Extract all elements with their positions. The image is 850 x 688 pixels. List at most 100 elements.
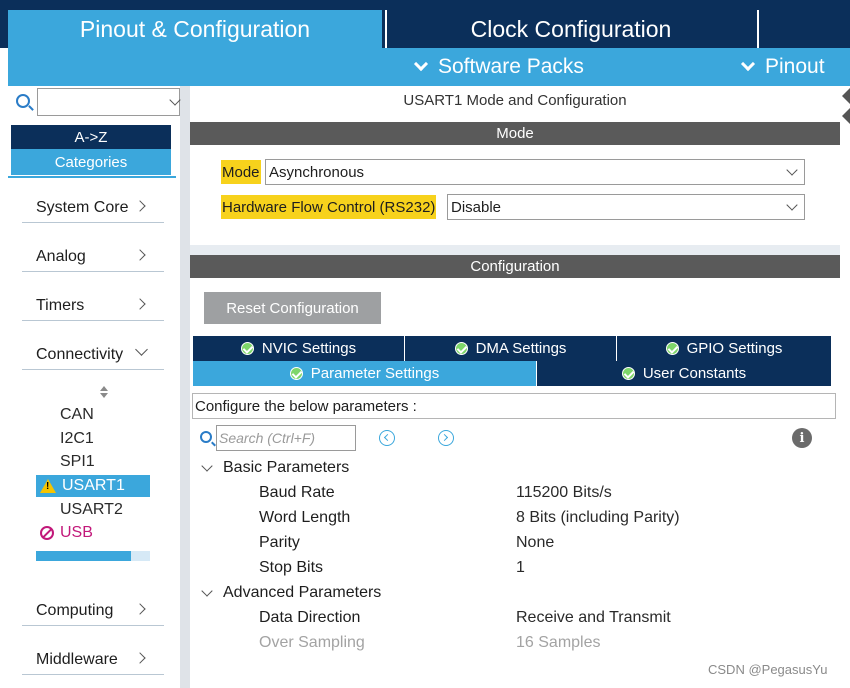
software-packs-label: Software Packs <box>438 55 584 78</box>
component-search-combo[interactable] <box>37 88 181 116</box>
check-circle-icon <box>289 367 303 380</box>
mode-label: Mode <box>221 160 261 184</box>
check-circle-icon <box>665 342 679 355</box>
group-advanced-parameters[interactable]: Advanced Parameters <box>200 583 381 603</box>
configure-hint: Configure the below parameters : <box>192 393 836 419</box>
peripheral-can[interactable]: CAN <box>36 404 150 426</box>
sort-icon[interactable] <box>100 386 108 400</box>
chevron-down-icon <box>135 343 148 356</box>
section-separator <box>190 245 840 255</box>
tab-pinout-configuration[interactable]: Pinout & Configuration <box>8 10 382 48</box>
peripheral-label: USB <box>60 524 93 541</box>
right-panel-edge <box>840 86 850 688</box>
param-name[interactable]: Parity <box>259 533 300 553</box>
categories-button[interactable]: Categories <box>11 149 171 175</box>
warning-icon: ! <box>40 479 56 493</box>
peripheral-usart1[interactable]: ! USART1 <box>36 475 150 497</box>
peripheral-spi1[interactable]: SPI1 <box>36 451 150 473</box>
watermark: CSDN @PegasusYu <box>708 662 828 677</box>
mode-section-header: Mode <box>190 122 840 145</box>
hw-flow-control-label: Hardware Flow Control (RS232) <box>221 195 437 219</box>
tab-label: NVIC Settings <box>261 340 357 357</box>
param-value-disabled: 16 Samples <box>516 634 601 651</box>
panel-title: USART1 Mode and Configuration <box>403 92 627 109</box>
peripheral-usart2[interactable]: USART2 <box>36 499 150 521</box>
chevron-down-icon <box>413 56 429 72</box>
param-name[interactable]: Stop Bits <box>259 558 323 578</box>
param-value[interactable]: Receive and Transmit <box>516 608 671 628</box>
category-connectivity[interactable]: Connectivity <box>22 340 164 370</box>
tab-user-constants[interactable]: User Constants <box>537 361 832 386</box>
param-value[interactable]: None <box>516 533 554 553</box>
collapse-arrow-icon[interactable] <box>842 88 850 104</box>
chevron-down-icon <box>201 584 213 597</box>
tab-label: DMA Settings <box>475 340 567 357</box>
pinout-menu[interactable]: Pinout <box>740 48 825 86</box>
param-value[interactable]: 115200 Bits/s <box>516 483 612 503</box>
check-circle-icon <box>240 342 254 355</box>
tab-label: GPIO Settings <box>686 340 783 357</box>
category-middleware[interactable]: Middleware <box>22 645 164 675</box>
param-name[interactable]: Baud Rate <box>259 483 335 503</box>
category-label: System Core <box>36 198 129 216</box>
hw-flow-control-value: Disable <box>451 198 502 216</box>
peripheral-label: CAN <box>60 406 94 423</box>
group-label: Basic Parameters <box>223 459 350 476</box>
tab-nvic-settings[interactable]: NVIC Settings <box>193 336 405 361</box>
chevron-down-icon <box>786 199 798 211</box>
pinout-label: Pinout <box>765 55 825 78</box>
chevron-right-icon <box>134 652 146 664</box>
peripheral-list-scrollbar[interactable] <box>36 551 150 561</box>
tab-label: User Constants <box>642 365 747 382</box>
next-result-icon[interactable] <box>438 430 454 446</box>
search-icon <box>16 94 30 108</box>
category-label: Computing <box>36 601 114 619</box>
panel-splitter[interactable] <box>180 86 190 688</box>
param-name[interactable]: Data Direction <box>259 608 360 628</box>
group-basic-parameters[interactable]: Basic Parameters <box>200 458 349 478</box>
category-label: Middleware <box>36 650 118 668</box>
group-label: Advanced Parameters <box>223 584 382 601</box>
reset-configuration-button[interactable]: Reset Configuration <box>204 292 381 324</box>
param-value[interactable]: 1 <box>516 558 525 578</box>
tab-gpio-settings[interactable]: GPIO Settings <box>617 336 832 361</box>
hw-flow-control-select[interactable]: Disable <box>447 194 805 220</box>
scrollbar-thumb[interactable] <box>36 551 131 561</box>
chevron-right-icon <box>134 200 146 212</box>
tab-parameter-settings[interactable]: Parameter Settings <box>193 361 537 386</box>
divider <box>8 176 176 178</box>
category-computing[interactable]: Computing <box>22 596 164 626</box>
category-label: Timers <box>36 296 85 314</box>
category-analog[interactable]: Analog <box>22 242 164 272</box>
mode-select-value: Asynchronous <box>269 163 365 181</box>
category-label: Connectivity <box>36 345 124 363</box>
software-packs-menu[interactable]: Software Packs <box>413 48 584 86</box>
configuration-section-header: Configuration <box>190 255 840 278</box>
tab-overflow[interactable] <box>757 10 850 48</box>
param-value[interactable]: 8 Bits (including Parity) <box>516 508 680 528</box>
peripheral-i2c1[interactable]: I2C1 <box>36 428 150 450</box>
tab-clock-configuration[interactable]: Clock Configuration <box>385 10 755 48</box>
chevron-right-icon <box>134 298 146 310</box>
peripheral-label: USART1 <box>62 477 125 494</box>
tab-dma-settings[interactable]: DMA Settings <box>405 336 617 361</box>
tab-label: Parameter Settings <box>310 365 440 382</box>
category-system-core[interactable]: System Core <box>22 193 164 223</box>
parameter-search-input[interactable]: Search (Ctrl+F) <box>216 425 356 451</box>
previous-result-icon[interactable] <box>379 430 395 446</box>
peripheral-usb[interactable]: USB <box>36 522 150 544</box>
chevron-down-icon <box>786 164 798 176</box>
category-timers[interactable]: Timers <box>22 291 164 321</box>
sort-az-button[interactable]: A->Z <box>11 125 171 149</box>
collapse-arrow-icon[interactable] <box>842 108 850 124</box>
chevron-down-icon[interactable] <box>169 94 181 106</box>
peripheral-label: USART2 <box>60 501 123 518</box>
param-name[interactable]: Word Length <box>259 508 350 528</box>
peripheral-label: SPI1 <box>60 453 95 470</box>
mode-select[interactable]: Asynchronous <box>265 159 805 185</box>
chevron-down-icon <box>740 56 756 72</box>
disabled-icon <box>40 526 54 540</box>
info-icon[interactable]: i <box>792 428 812 448</box>
chevron-right-icon <box>134 249 146 261</box>
chevron-down-icon <box>201 459 213 472</box>
